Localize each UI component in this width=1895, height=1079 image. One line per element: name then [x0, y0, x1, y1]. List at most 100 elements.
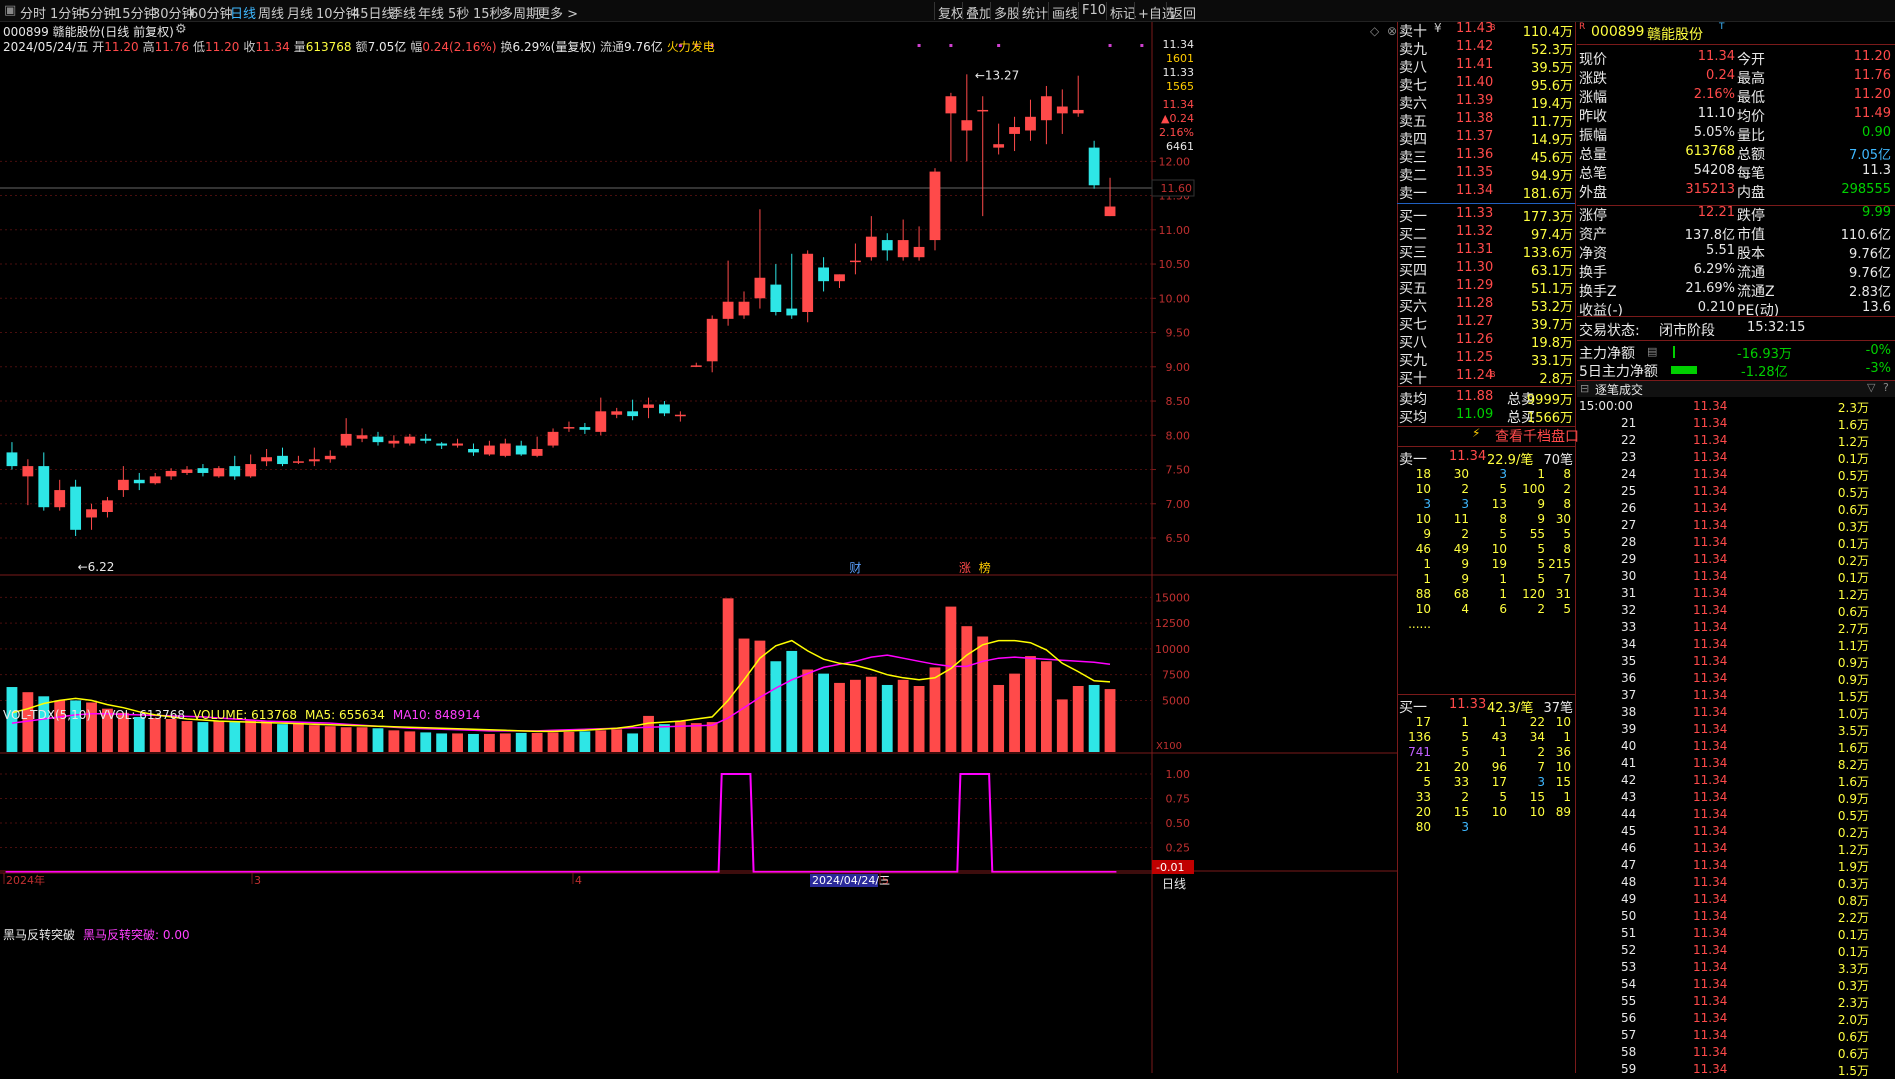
main-net-label: 主力净额: [1579, 346, 1635, 362]
candle-body: [1056, 106, 1068, 114]
ask-row[interactable]: 卖四 11.37 14.9万: [1399, 129, 1575, 148]
settings-icon[interactable]: ⚙: [175, 22, 187, 37]
ask-row[interactable]: 卖十 11.43 110.4万 B ¥: [1399, 21, 1575, 40]
quote-row: 资产 137.8亿 市值 110.6亿: [1577, 224, 1893, 243]
toolbar-button-4[interactable]: 画线: [1052, 3, 1078, 22]
volume-bar: [404, 731, 416, 752]
ask1-queue-cell: 5: [1563, 527, 1571, 541]
ask-row[interactable]: 卖七 11.40 95.6万: [1399, 75, 1575, 94]
menu-icon[interactable]: ▣: [4, 3, 16, 18]
bid-row[interactable]: 买十 11.24 2.8万 B: [1399, 368, 1575, 387]
volume-bar: [595, 730, 607, 752]
ask-row[interactable]: 卖九 11.42 52.3万: [1399, 39, 1575, 58]
period-tab-5[interactable]: 60分钟: [190, 3, 233, 22]
bid1-queue-cell: 741: [1408, 745, 1431, 759]
ask-row[interactable]: 卖三 11.36 45.6万: [1399, 147, 1575, 166]
toolbar-separator: [1166, 2, 1167, 20]
bid-row[interactable]: 买八 11.26 19.8万: [1399, 332, 1575, 351]
toolbar-button-3[interactable]: 统计: [1022, 3, 1048, 22]
tick-volume: 0.1万: [1837, 571, 1869, 585]
close-icon[interactable]: ⊗: [1387, 24, 1397, 38]
period-tab-4[interactable]: 30分钟: [152, 3, 195, 22]
period-tab-3[interactable]: 15分钟: [114, 3, 157, 22]
period-tab-7[interactable]: 周线: [258, 3, 284, 22]
tick-volume: 1.6万: [1837, 418, 1869, 432]
bid-row[interactable]: 买四 11.30 63.1万: [1399, 260, 1575, 279]
kline-chart[interactable]: 12.0011.5011.0010.5010.009.509.008.508.0…: [0, 22, 1397, 1073]
diamond-icon[interactable]: ◇: [1370, 24, 1379, 38]
toolbar-button-8[interactable]: 返回: [1170, 3, 1196, 22]
period-tab-13[interactable]: 5秒: [448, 3, 469, 22]
bid-row[interactable]: 买三 11.31 133.6万: [1399, 242, 1575, 261]
period-tab-2[interactable]: 5分钟: [82, 3, 116, 22]
ask-row[interactable]: 卖八 11.41 39.5万: [1399, 57, 1575, 76]
tick-row: 29 11.34 0.2万: [1577, 552, 1893, 569]
bid1-queue-cell: 1: [1499, 745, 1507, 759]
candle-body: [149, 476, 161, 484]
period-tab-10[interactable]: 45日线: [352, 3, 395, 22]
table-icon[interactable]: ▤: [1647, 345, 1657, 358]
volume-bar: [961, 626, 973, 752]
bid-row[interactable]: 买九 11.25 33.1万: [1399, 350, 1575, 369]
volume-bar: [865, 676, 877, 752]
divider: [1577, 205, 1895, 206]
toolbar-button-0[interactable]: 复权: [938, 3, 964, 22]
period-tab-14[interactable]: 15秒: [473, 3, 503, 22]
quote-label: 净资: [1579, 246, 1607, 262]
tick-price: 11.34: [1693, 467, 1728, 481]
period-tab-0[interactable]: 分时: [20, 3, 46, 22]
thousand-book-link[interactable]: 查看千档盘口: [1495, 426, 1579, 446]
bid-label: 买二: [1399, 227, 1427, 243]
ask-row[interactable]: 卖二 11.35 94.9万: [1399, 165, 1575, 184]
period-tab-8[interactable]: 月线: [287, 3, 313, 22]
bid-row[interactable]: 买五 11.29 51.1万: [1399, 278, 1575, 297]
ask-volume: 11.7万: [1531, 115, 1573, 130]
quote-label: 换手: [1579, 265, 1607, 281]
bid-row[interactable]: 买一 11.33 177.3万: [1399, 206, 1575, 225]
candle: [1088, 140, 1100, 189]
main5-label: 5日主力净额: [1579, 364, 1658, 380]
period-tab-6[interactable]: 日线: [230, 3, 256, 22]
quote-label: 总额: [1737, 147, 1765, 163]
ticks-title: 逐笔成交: [1595, 383, 1644, 397]
period-tab-16[interactable]: 更多 >: [537, 3, 578, 22]
bid1-queue-cell: 43: [1491, 730, 1507, 744]
volume-bar: [1025, 656, 1036, 752]
ask-row[interactable]: 卖六 11.39 19.4万: [1399, 93, 1575, 112]
tick-price: 11.34: [1693, 535, 1728, 549]
help-icon[interactable]: ?: [1883, 381, 1889, 394]
candle-body: [197, 468, 209, 473]
bid-row[interactable]: 买二 11.32 97.4万: [1399, 224, 1575, 243]
tick-price: 11.34: [1693, 841, 1728, 855]
toolbar-button-1[interactable]: 叠加: [966, 3, 992, 22]
ask1-queue-cell: 2: [1461, 482, 1469, 496]
toolbar-button-5[interactable]: F10: [1082, 3, 1106, 18]
ask1_queue-header: 卖一 11.34 22.9/笔 70笔: [1399, 449, 1575, 468]
period-tab-1[interactable]: 1分钟: [50, 3, 84, 22]
bid-row[interactable]: 买七 11.27 39.7万: [1399, 314, 1575, 333]
tick-volume: 2.7万: [1837, 622, 1869, 636]
toolbar-button-6[interactable]: 标记: [1110, 3, 1136, 22]
period-tab-11[interactable]: 季线: [390, 3, 416, 22]
ticks-collapse-icon[interactable]: ⊟: [1580, 382, 1589, 395]
quote-label: 总笔: [1579, 166, 1607, 182]
tick-time: 27: [1621, 518, 1637, 532]
candle: [929, 168, 941, 251]
ask-price: 11.39: [1456, 93, 1494, 108]
ask-label: 卖七: [1399, 78, 1427, 94]
ask-price: 11.42: [1456, 39, 1494, 54]
cursor-box-value: 1565: [1166, 80, 1194, 93]
period-tab-15[interactable]: 多周期: [500, 3, 539, 22]
bid-row[interactable]: 买六 11.28 53.2万: [1399, 296, 1575, 315]
quote-value: 54208: [1693, 163, 1735, 178]
bid1-queue-cell: 17: [1491, 775, 1507, 789]
ask-row[interactable]: 卖五 11.38 11.7万: [1399, 111, 1575, 130]
tick-time: 34: [1621, 637, 1637, 651]
toolbar-button-2[interactable]: 多股: [994, 3, 1020, 22]
price-tick-label: 7.50: [1166, 464, 1191, 477]
period-tab-12[interactable]: 年线: [418, 3, 444, 22]
candle-body: [499, 443, 511, 456]
ask-row[interactable]: 卖一 11.34 181.6万: [1399, 183, 1575, 202]
tick-price: 11.34: [1693, 688, 1728, 702]
filter-icon[interactable]: ▽: [1867, 381, 1875, 394]
